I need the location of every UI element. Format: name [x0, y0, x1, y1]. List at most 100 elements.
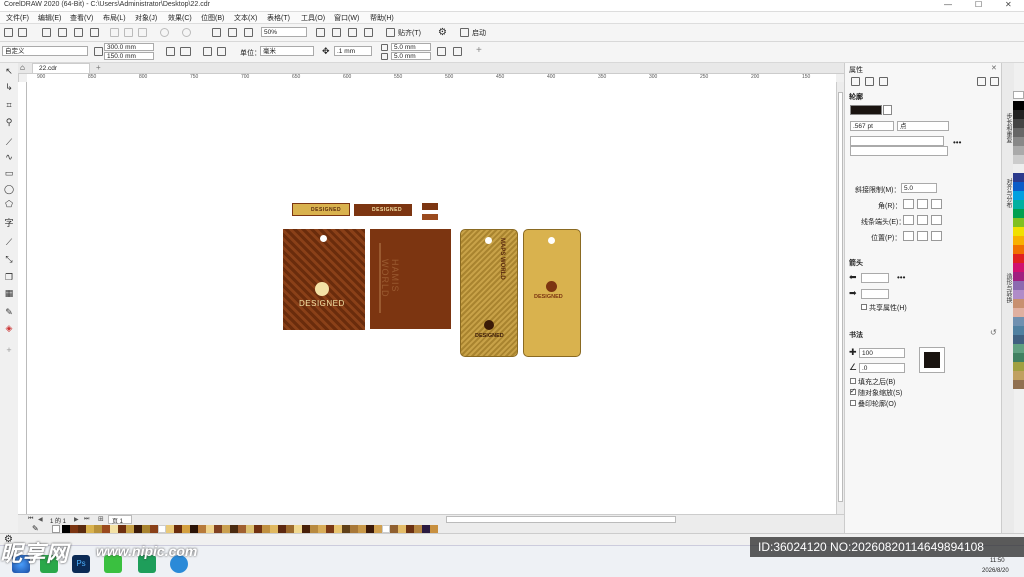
menu-layout[interactable]: 布局(L): [103, 13, 126, 23]
color-swatch[interactable]: [1013, 137, 1024, 146]
color-swatch[interactable]: [126, 525, 134, 533]
artistic-media-icon[interactable]: ∿: [4, 153, 14, 162]
add-tool-icon[interactable]: +: [4, 346, 14, 355]
cap-square-button[interactable]: [931, 215, 942, 225]
crop-tool-icon[interactable]: ⌗: [4, 101, 14, 110]
menu-tools[interactable]: 工具(O): [301, 13, 325, 23]
cloud-icon[interactable]: [58, 28, 67, 37]
nudge-distance-input[interactable]: .1 mm: [334, 46, 372, 56]
color-swatch[interactable]: [286, 525, 294, 533]
color-swatch[interactable]: [1013, 182, 1024, 191]
color-swatch[interactable]: [1013, 344, 1024, 353]
color-swatch[interactable]: [1013, 380, 1024, 389]
color-swatch[interactable]: [1013, 245, 1024, 254]
redo-icon[interactable]: [182, 28, 191, 37]
save-icon[interactable]: [42, 28, 51, 37]
make-default-icon[interactable]: [437, 47, 446, 56]
add-icon[interactable]: +: [476, 45, 482, 56]
home-icon[interactable]: ⌂: [20, 63, 25, 72]
brown-label[interactable]: DESIGNED: [354, 204, 412, 216]
hang-tag-gold-pattern[interactable]: MAPS WORLD DESIGNED: [460, 229, 518, 357]
outline-color-picker[interactable]: [850, 105, 882, 115]
zoom-tool-icon[interactable]: ⚲: [4, 118, 14, 127]
menu-effects[interactable]: 效果(C): [168, 13, 192, 23]
cut-icon[interactable]: [110, 28, 119, 37]
color-swatch[interactable]: [414, 525, 422, 533]
color-swatch[interactable]: [1013, 299, 1024, 308]
cap-round-button[interactable]: [917, 215, 928, 225]
docker-tab-step-repeat[interactable]: 步长和重复: [1004, 113, 1013, 143]
color-swatch[interactable]: [1013, 164, 1024, 173]
menu-object[interactable]: 对象(J): [135, 13, 157, 23]
color-swatch[interactable]: [350, 525, 358, 533]
mini-tag-bottom[interactable]: [422, 214, 438, 220]
page-tab[interactable]: 页 1: [108, 515, 132, 525]
minimize-button[interactable]: —: [944, 0, 952, 9]
snap-to-dropdown[interactable]: 贴齐(T): [398, 28, 421, 38]
hang-tag-patterned-brown[interactable]: DESIGNED: [283, 229, 365, 330]
outline-color-dropdown[interactable]: [883, 105, 892, 115]
menu-file[interactable]: 文件(F): [6, 13, 29, 23]
units-select[interactable]: 毫米: [260, 46, 314, 56]
color-swatch[interactable]: [398, 525, 406, 533]
launch-dropdown[interactable]: 启动: [472, 28, 486, 38]
gold-label[interactable]: DESIGNED: [292, 203, 350, 216]
no-color-swatch[interactable]: [52, 525, 60, 533]
color-swatch[interactable]: [86, 525, 94, 533]
color-swatch[interactable]: [198, 525, 206, 533]
page-height-input[interactable]: 150.0 mm: [104, 52, 154, 60]
fill-icon[interactable]: [865, 77, 874, 86]
launch-icon[interactable]: [460, 28, 469, 37]
gear-icon[interactable]: ⚙: [438, 27, 447, 38]
corner-miter-button[interactable]: [903, 199, 914, 209]
color-swatch[interactable]: [1013, 290, 1024, 299]
more-options-icon[interactable]: •••: [953, 138, 961, 147]
color-swatch[interactable]: [94, 525, 102, 533]
panel-option-icon[interactable]: [990, 77, 999, 86]
color-swatch[interactable]: [70, 525, 78, 533]
interactive-fill-icon[interactable]: ◈: [4, 324, 14, 333]
position-inside-button[interactable]: [931, 231, 942, 241]
color-swatch[interactable]: [422, 525, 430, 533]
current-page-icon[interactable]: [217, 47, 226, 56]
parallel-dimension-icon[interactable]: ⟋: [4, 238, 14, 247]
landscape-icon[interactable]: [180, 47, 191, 56]
page-preset-select[interactable]: 自定义: [2, 46, 88, 56]
copy-icon[interactable]: [124, 28, 133, 37]
color-swatch[interactable]: [158, 525, 166, 533]
color-swatch[interactable]: [206, 525, 214, 533]
color-swatch[interactable]: [1013, 155, 1024, 164]
color-swatch[interactable]: [1013, 110, 1024, 119]
color-swatch[interactable]: [1013, 317, 1024, 326]
color-swatch[interactable]: [302, 525, 310, 533]
corner-bevel-button[interactable]: [931, 199, 942, 209]
color-swatch[interactable]: [230, 525, 238, 533]
color-swatch[interactable]: [1013, 371, 1024, 380]
position-outside-button[interactable]: [903, 231, 914, 241]
maximize-button[interactable]: ☐: [975, 0, 982, 9]
color-swatch[interactable]: [358, 525, 366, 533]
color-swatch[interactable]: [222, 525, 230, 533]
color-swatch[interactable]: [1013, 119, 1024, 128]
undo-icon[interactable]: [160, 28, 169, 37]
new-tab-icon[interactable]: +: [96, 63, 101, 72]
paste-icon[interactable]: [138, 28, 147, 37]
drop-shadow-icon[interactable]: ❐: [4, 273, 14, 282]
guidelines-icon[interactable]: [364, 28, 373, 37]
horizontal-scroll-thumb[interactable]: [446, 516, 676, 523]
color-swatch[interactable]: [142, 525, 150, 533]
menu-table[interactable]: 表格(T): [267, 13, 290, 23]
color-swatch[interactable]: [374, 525, 382, 533]
color-swatch[interactable]: [430, 525, 438, 533]
mini-tag-top[interactable]: [422, 203, 438, 210]
color-swatch[interactable]: [150, 525, 158, 533]
duplicate-y-input[interactable]: 5.0 mm: [391, 52, 431, 60]
vertical-ruler[interactable]: [18, 82, 27, 514]
menu-bitmaps[interactable]: 位图(B): [201, 13, 224, 23]
menu-help[interactable]: 帮助(H): [370, 13, 394, 23]
text-tool-icon[interactable]: 字: [4, 219, 14, 228]
menu-edit[interactable]: 编辑(E): [38, 13, 61, 23]
color-swatch[interactable]: [1013, 128, 1024, 137]
outline-width-input[interactable]: .567 pt: [850, 121, 894, 131]
pick-tool-icon[interactable]: ↖: [4, 67, 14, 76]
